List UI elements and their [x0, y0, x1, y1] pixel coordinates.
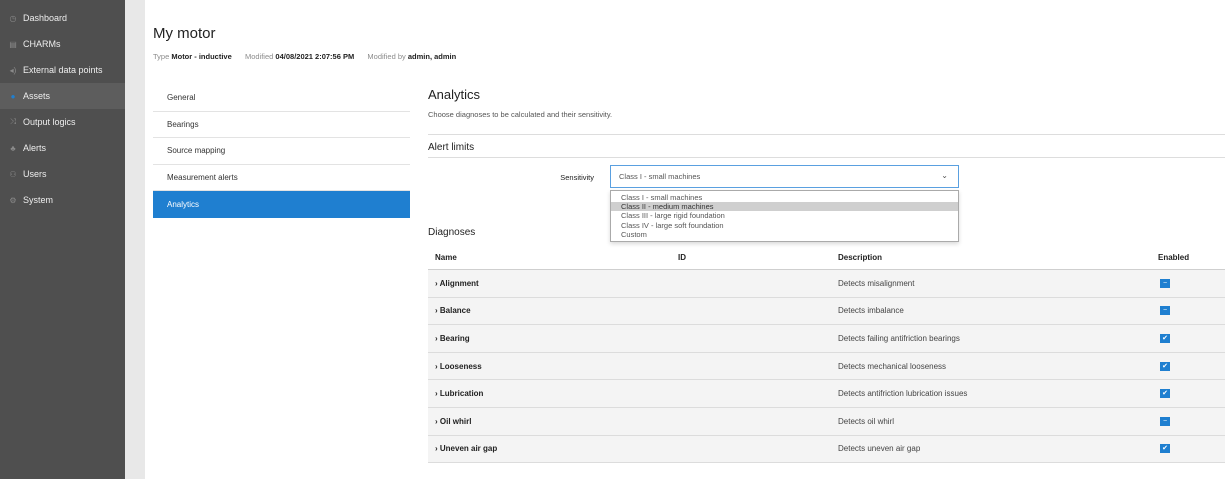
sensitivity-option-highlighted[interactable]: Class II - medium machines	[611, 202, 958, 212]
nav-item-label: External data points	[23, 65, 103, 75]
analytics-panel: Analytics Choose diagnoses to be calcula…	[428, 85, 1225, 464]
type-value: Motor - inductive	[171, 52, 232, 61]
enabled-checkbox-checked[interactable]: ✔	[1160, 361, 1170, 371]
modified-by-value: admin, admin	[407, 52, 457, 61]
nav-item-system[interactable]: ⚙ System	[0, 187, 125, 213]
table-header: Name ID Description Enabled	[428, 245, 1225, 270]
chevron-down-icon: ⌄	[941, 171, 948, 180]
sensitivity-selected-value: Class I - small machines	[619, 172, 701, 181]
subnav-item-general[interactable]: General	[153, 85, 410, 112]
diagnosis-name[interactable]: › Uneven air gap	[428, 444, 678, 453]
enabled-cell: ✔	[1158, 389, 1225, 399]
subnav-item-analytics[interactable]: Analytics	[153, 191, 410, 218]
sensitivity-select[interactable]: Class I - small machines ⌄	[610, 165, 959, 188]
sensitivity-option[interactable]: Class I - small machines	[611, 193, 958, 202]
enabled-checkbox-partial[interactable]: −	[1160, 416, 1170, 426]
main-navigation: ◷ Dashboard ▤ CHARMs ◂) External data po…	[0, 0, 125, 479]
enabled-checkbox-partial[interactable]: −	[1160, 306, 1170, 316]
divider	[428, 157, 1225, 158]
sensitivity-option[interactable]: Custom	[611, 230, 958, 239]
nav-item-label: Dashboard	[23, 13, 68, 23]
sensitivity-label: Sensitivity	[560, 173, 594, 182]
nav-item-external-data-points[interactable]: ◂) External data points	[0, 57, 125, 83]
diagnoses-table: Name ID Description Enabled › Alignment D…	[428, 245, 1225, 464]
nav-item-label: Output logics	[23, 117, 76, 127]
diagnosis-description: Detects mechanical looseness	[838, 361, 947, 371]
table-body: › Alignment Detects misalignment − › Balanc…	[428, 270, 1225, 464]
nav-item-label: Assets	[23, 91, 51, 101]
system-icon: ⚙	[9, 195, 17, 205]
alerts-icon: ♣	[10, 143, 16, 153]
nav-item-users[interactable]: ⚇ Users	[0, 161, 125, 187]
subnav-item-bearings[interactable]: Bearings	[153, 112, 410, 138]
users-icon: ⚇	[9, 169, 17, 179]
enabled-cell: −	[1158, 306, 1225, 316]
diagnosis-name[interactable]: › Balance	[428, 306, 678, 315]
nav-item-charms[interactable]: ▤ CHARMs	[0, 31, 125, 57]
charms-icon: ▤	[9, 39, 17, 49]
enabled-checkbox-partial[interactable]: −	[1160, 278, 1170, 288]
diagnosis-description: Detects oil whirl	[838, 416, 895, 426]
asset-subnav: General Bearings Source mapping Measurem…	[153, 85, 410, 218]
diagnosis-name[interactable]: › Oil whirl	[428, 417, 678, 426]
type-label: Type	[153, 52, 170, 61]
nav-item-alerts[interactable]: ♣ Alerts	[0, 135, 125, 161]
diagnosis-description: Detects uneven air gap	[838, 444, 921, 454]
page-title: My motor	[153, 25, 216, 42]
diagnosis-name[interactable]: › Lubrication	[428, 389, 678, 398]
enabled-cell: −	[1158, 416, 1225, 426]
enabled-cell: ✔	[1158, 361, 1225, 371]
table-row[interactable]: › Alignment Detects misalignment −	[428, 270, 1225, 298]
nav-item-dashboard[interactable]: ◷ Dashboard	[0, 5, 125, 31]
sensitivity-dropdown-list: Class I - small machines Class II - medi…	[610, 190, 959, 242]
asset-metadata: Type Motor - inductive Modified 04/08/20…	[153, 52, 456, 61]
diagnosis-description: Detects failing antifriction bearings	[838, 333, 960, 343]
enabled-checkbox-checked[interactable]: ✔	[1160, 333, 1170, 343]
section-heading: Analytics	[428, 87, 481, 102]
nav-item-label: CHARMs	[23, 39, 61, 49]
sensitivity-option[interactable]: Class IV - large soft foundation	[611, 221, 958, 230]
enabled-cell: −	[1158, 278, 1225, 288]
output-logics-icon: ⤨	[9, 117, 17, 126]
diagnosis-name[interactable]: › Alignment	[428, 279, 678, 288]
diagnosis-name[interactable]: › Looseness	[428, 362, 678, 371]
nav-item-label: Alerts	[23, 143, 47, 153]
section-description: Choose diagnoses to be calculated and th…	[428, 110, 613, 119]
nav-item-output-logics[interactable]: ⤨ Output logics	[0, 109, 125, 135]
subnav-item-source-mapping[interactable]: Source mapping	[153, 138, 410, 165]
modified-by-label: Modified by	[367, 52, 406, 61]
alert-limits-heading: Alert limits	[428, 142, 475, 153]
column-header-id[interactable]: ID	[678, 253, 838, 262]
nav-gutter	[125, 0, 145, 479]
table-row[interactable]: › Bearing Detects failing antifriction be…	[428, 325, 1225, 353]
nav-item-label: Users	[23, 169, 47, 179]
sensitivity-option[interactable]: Class III - large rigid foundation	[611, 211, 958, 220]
subnav-item-measurement-alerts[interactable]: Measurement alerts	[153, 165, 410, 191]
enabled-cell: ✔	[1158, 333, 1225, 343]
divider	[428, 134, 1225, 135]
diagnosis-description: Detects misalignment	[838, 278, 915, 288]
assets-icon: ●	[10, 91, 16, 101]
column-header-enabled[interactable]: Enabled	[1158, 253, 1225, 262]
diagnosis-description: Detects antifriction lubrication issues	[838, 389, 968, 399]
nav-item-assets[interactable]: ● Assets	[0, 83, 125, 109]
table-row[interactable]: › Balance Detects imbalance −	[428, 297, 1225, 326]
column-header-name[interactable]: Name	[428, 253, 678, 262]
dashboard-icon: ◷	[9, 13, 17, 23]
diagnosis-name[interactable]: › Bearing	[428, 334, 678, 343]
nav-item-label: System	[23, 195, 54, 205]
table-row[interactable]: › Uneven air gap Detects uneven air gap ✔	[428, 435, 1225, 464]
enabled-cell: ✔	[1158, 444, 1225, 454]
external-data-icon: ◂)	[9, 65, 17, 75]
column-header-description[interactable]: Description	[838, 253, 1158, 262]
table-row[interactable]: › Lubrication Detects antifriction lubric…	[428, 380, 1225, 408]
diagnoses-heading: Diagnoses	[428, 227, 476, 238]
table-row[interactable]: › Oil whirl Detects oil whirl −	[428, 407, 1225, 436]
enabled-checkbox-checked[interactable]: ✔	[1160, 444, 1170, 454]
enabled-checkbox-checked[interactable]: ✔	[1160, 389, 1170, 399]
modified-value: 04/08/2021 2:07:56 PM	[275, 52, 355, 61]
diagnosis-description: Detects imbalance	[838, 306, 904, 316]
modified-label: Modified	[244, 52, 274, 61]
table-row[interactable]: › Looseness Detects mechanical looseness ✔	[428, 352, 1225, 381]
